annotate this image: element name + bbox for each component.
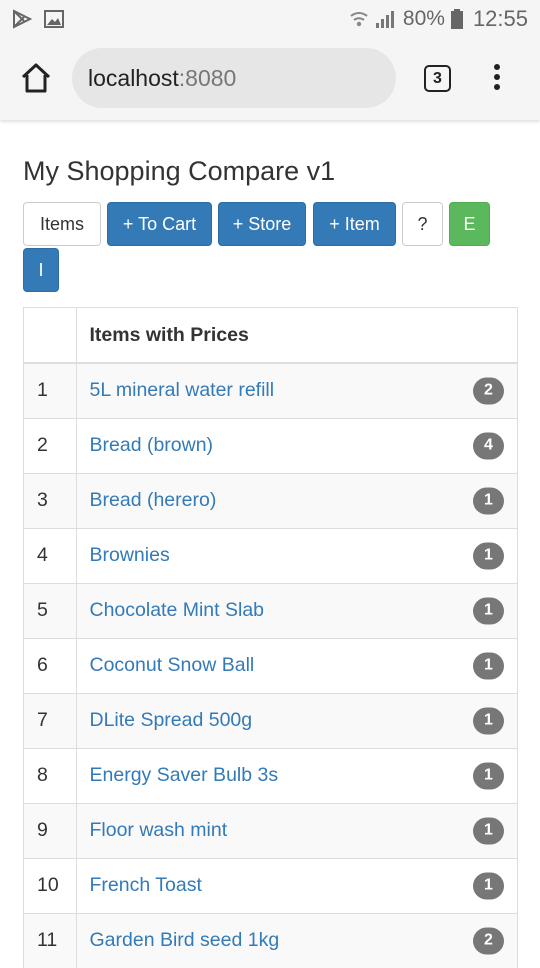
row-number: 5 bbox=[24, 582, 77, 638]
item-link[interactable]: Coconut Snow Ball bbox=[90, 654, 255, 676]
system-status: 80% 12:55 bbox=[349, 6, 528, 32]
tab-count: 3 bbox=[433, 69, 442, 87]
row-number: 8 bbox=[24, 747, 77, 803]
row-number: 1 bbox=[24, 362, 77, 418]
items-table: Items with Prices 1 5L mineral water refi… bbox=[24, 308, 517, 968]
item-link[interactable]: Bread (brown) bbox=[90, 434, 214, 456]
item-link[interactable]: Brownies bbox=[90, 544, 170, 566]
row-item-cell: Chocolate Mint Slab 1 bbox=[76, 582, 517, 638]
table-row: 9 Floor wash mint 1 bbox=[24, 802, 517, 858]
page-title: My Shopping Compare v1 bbox=[23, 156, 336, 186]
battery-percent: 80% bbox=[402, 7, 445, 30]
table-row: 1 5L mineral water refill 2 bbox=[24, 362, 517, 418]
image-icon bbox=[44, 10, 64, 28]
overflow-menu-icon[interactable] bbox=[490, 64, 504, 96]
wifi-icon bbox=[350, 12, 368, 27]
item-link[interactable]: Energy Saver Bulb 3s bbox=[90, 764, 279, 786]
row-number: 2 bbox=[24, 417, 77, 473]
add-item-button[interactable]: + Item bbox=[313, 202, 396, 246]
row-number: 6 bbox=[24, 637, 77, 693]
browser-toolbar: localhost:8080 3 bbox=[0, 38, 540, 120]
item-link[interactable]: Bread (herero) bbox=[90, 489, 217, 511]
url-host: localhost bbox=[88, 64, 179, 91]
home-icon[interactable] bbox=[20, 62, 52, 94]
signal-icon bbox=[375, 11, 394, 28]
table-row: 6 Coconut Snow Ball 1 bbox=[24, 637, 517, 693]
address-bar[interactable]: localhost:8080 bbox=[72, 48, 396, 108]
row-item-cell: French Toast 1 bbox=[76, 857, 517, 913]
row-number: 4 bbox=[24, 527, 77, 583]
table-row: 5 Chocolate Mint Slab 1 bbox=[24, 582, 517, 638]
price-count-badge: 1 bbox=[473, 707, 504, 734]
price-count-badge: 1 bbox=[473, 872, 504, 899]
price-count-badge: 1 bbox=[473, 762, 504, 789]
table-row: 4 Brownies 1 bbox=[24, 527, 517, 583]
table-row: 3 Bread (herero) 1 bbox=[24, 472, 517, 528]
clock: 12:55 bbox=[472, 6, 528, 31]
price-count-badge: 1 bbox=[473, 542, 504, 569]
row-number: 9 bbox=[24, 802, 77, 858]
header-number bbox=[24, 308, 77, 364]
item-link[interactable]: French Toast bbox=[90, 874, 202, 896]
add-to-cart-button[interactable]: + To Cart bbox=[107, 202, 212, 246]
row-item-cell: DLite Spread 500g 1 bbox=[76, 692, 517, 748]
item-link[interactable]: 5L mineral water refill bbox=[90, 379, 275, 401]
item-link[interactable]: Floor wash mint bbox=[90, 819, 228, 841]
e-button[interactable]: E bbox=[449, 202, 490, 246]
row-number: 3 bbox=[24, 472, 77, 528]
item-link[interactable]: Chocolate Mint Slab bbox=[90, 599, 265, 621]
price-count-badge: 4 bbox=[473, 432, 504, 459]
item-link[interactable]: DLite Spread 500g bbox=[90, 709, 253, 731]
play-store-icon bbox=[13, 9, 33, 29]
i-button[interactable]: I bbox=[23, 248, 59, 292]
help-button[interactable]: ? bbox=[402, 202, 443, 246]
row-item-cell: Bread (brown) 4 bbox=[76, 417, 517, 473]
header-items-with-prices: Items with Prices bbox=[76, 308, 517, 364]
table-row: 7 DLite Spread 500g 1 bbox=[24, 692, 517, 748]
items-button[interactable]: Items bbox=[23, 202, 101, 246]
price-count-badge: 1 bbox=[473, 597, 504, 624]
table-row: 8 Energy Saver Bulb 3s 1 bbox=[24, 747, 517, 803]
table-row: 2 Bread (brown) 4 bbox=[24, 417, 517, 473]
status-bar: 80% 12:55 bbox=[0, 0, 540, 38]
items-table-container: Items with Prices 1 5L mineral water refi… bbox=[23, 307, 518, 968]
item-link[interactable]: Garden Bird seed 1kg bbox=[90, 929, 280, 951]
notification-icons bbox=[12, 9, 64, 29]
tab-switcher-button[interactable]: 3 bbox=[424, 65, 451, 92]
price-count-badge: 1 bbox=[473, 817, 504, 844]
price-count-badge: 2 bbox=[473, 377, 504, 405]
url-port: :8080 bbox=[178, 64, 237, 91]
table-row: 10 French Toast 1 bbox=[24, 857, 517, 913]
table-body: 1 5L mineral water refill 2 2 Bread (brown) 4… bbox=[24, 362, 517, 968]
row-number: 7 bbox=[24, 692, 77, 748]
row-number: 10 bbox=[24, 857, 77, 913]
table-header-row: Items with Prices bbox=[24, 308, 517, 364]
row-item-cell: Bread (herero) 1 bbox=[76, 472, 517, 528]
row-item-cell: Coconut Snow Ball 1 bbox=[76, 637, 517, 693]
price-count-badge: 1 bbox=[473, 652, 504, 679]
row-item-cell: 5L mineral water refill 2 bbox=[76, 362, 517, 418]
price-count-badge: 2 bbox=[473, 927, 504, 955]
row-item-cell: Brownies 1 bbox=[76, 527, 517, 583]
add-store-button[interactable]: + Store bbox=[218, 202, 306, 246]
row-item-cell: Energy Saver Bulb 3s 1 bbox=[76, 747, 517, 803]
price-count-badge: 1 bbox=[473, 487, 504, 514]
row-item-cell: Floor wash mint 1 bbox=[76, 802, 517, 858]
battery-icon bbox=[450, 9, 463, 29]
